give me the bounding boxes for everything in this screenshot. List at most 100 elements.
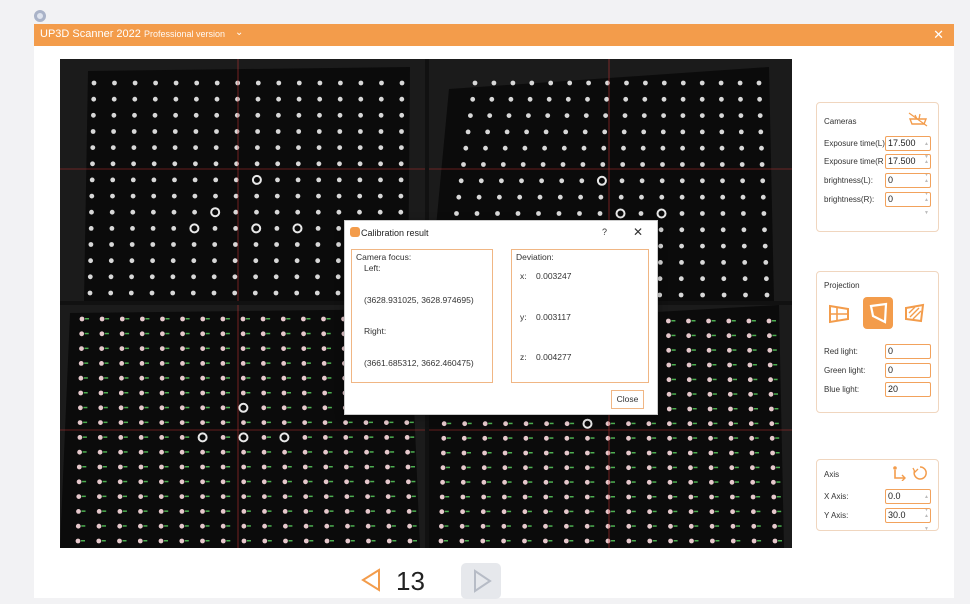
- red-light-input[interactable]: 0: [885, 344, 931, 359]
- board-dot: [680, 113, 686, 118]
- board-dot: [179, 390, 185, 396]
- rotate-icon[interactable]: [912, 465, 928, 486]
- brightness-left-label: brightness(L):: [824, 176, 873, 185]
- detection-marker: [307, 392, 312, 394]
- board-dot: [482, 450, 487, 456]
- board-dot: [253, 274, 258, 280]
- board-dot: [643, 80, 648, 86]
- axis-move-icon[interactable]: [890, 465, 908, 486]
- edition-dropdown-icon[interactable]: ⌄: [235, 27, 243, 38]
- projection-center-icon[interactable]: [863, 297, 893, 329]
- board-dot: [214, 112, 220, 118]
- detection-marker: [506, 540, 511, 542]
- board-dot: [99, 361, 104, 366]
- board-dot: [746, 318, 752, 324]
- board-dot: [112, 80, 117, 86]
- detection-marker: [775, 437, 780, 439]
- board-dot: [139, 331, 145, 337]
- board-dot: [481, 465, 487, 471]
- board-dot: [260, 316, 266, 322]
- board-dot: [626, 479, 632, 485]
- board-dot: [580, 162, 586, 167]
- detection-marker: [772, 320, 776, 322]
- board-dot: [96, 538, 102, 544]
- board-dot: [719, 96, 724, 102]
- spinner-icon[interactable]: ▲ ▼: [924, 194, 929, 220]
- detection-marker: [226, 525, 231, 527]
- detection-marker: [288, 525, 293, 527]
- blue-light-input[interactable]: 20: [885, 382, 931, 397]
- detection-marker: [772, 334, 777, 337]
- board-dot: [366, 538, 371, 544]
- board-dot: [772, 523, 777, 529]
- board-dot: [770, 465, 776, 471]
- board-dot: [139, 405, 144, 411]
- next-page-button[interactable]: [461, 563, 501, 599]
- board-dot: [200, 405, 206, 411]
- detection-marker: [103, 451, 108, 453]
- board-dot: [758, 129, 764, 135]
- board-dot: [762, 227, 767, 233]
- board-dot: [255, 112, 261, 118]
- board-dot: [688, 509, 694, 515]
- previous-page-button[interactable]: [357, 565, 387, 600]
- brightness-right-input[interactable]: 0 ▲ ▼: [885, 192, 931, 216]
- board-dot: [233, 226, 239, 231]
- detection-marker: [226, 466, 231, 468]
- detection-marker: [246, 451, 251, 453]
- detection-marker: [184, 540, 189, 542]
- detection-marker: [287, 406, 292, 409]
- detection-marker: [611, 540, 615, 542]
- y-axis-input[interactable]: 30.0 ▲ ▼: [885, 508, 931, 532]
- board-dot: [76, 494, 82, 499]
- projection-left-icon[interactable]: [826, 300, 852, 331]
- dialog-close-icon[interactable]: ✕: [633, 225, 643, 239]
- camera-off-icon[interactable]: [907, 111, 929, 132]
- board-dot: [749, 435, 755, 441]
- exposure-left-input[interactable]: 17.500 ▲ ▼: [885, 136, 931, 160]
- board-dot: [700, 243, 705, 249]
- board-dot: [378, 96, 384, 102]
- board-dot: [581, 145, 587, 151]
- close-button[interactable]: Close: [611, 390, 644, 409]
- board-dot: [621, 145, 626, 151]
- detection-marker: [692, 408, 697, 410]
- brightness-left-input[interactable]: 0 ▲ ▼: [885, 173, 931, 197]
- spinner-icon[interactable]: ▲ ▼: [924, 510, 929, 536]
- board-dot: [241, 449, 247, 455]
- board-dot: [180, 346, 185, 351]
- board-dot: [439, 509, 445, 515]
- projection-right-icon[interactable]: [901, 300, 927, 331]
- detection-marker: [485, 540, 490, 542]
- board-dot: [543, 509, 549, 515]
- window-close-button[interactable]: ✕: [933, 27, 944, 43]
- board-dot: [605, 538, 611, 544]
- board-dot: [660, 129, 666, 135]
- board-dot: [543, 450, 549, 456]
- exposure-right-input[interactable]: 17.500 ▲ ▼: [885, 154, 931, 178]
- board-dot: [211, 274, 217, 280]
- board-dot: [761, 211, 767, 216]
- detection-marker: [205, 451, 210, 453]
- board-dot: [461, 450, 467, 456]
- detection-marker: [714, 481, 719, 483]
- x-axis-input[interactable]: 0.0 ▲ ▼: [885, 489, 931, 513]
- board-dot: [338, 80, 343, 86]
- board-dot: [739, 162, 745, 167]
- detection-marker: [306, 362, 311, 364]
- board-dot: [700, 260, 705, 265]
- board-dot: [706, 318, 711, 324]
- board-dot: [585, 435, 590, 441]
- board-dot: [158, 523, 164, 529]
- board-dot: [548, 80, 554, 86]
- green-light-input[interactable]: 0: [885, 363, 931, 378]
- detection-marker: [611, 437, 615, 439]
- board-dot: [322, 390, 328, 396]
- board-dot: [688, 494, 694, 500]
- board-dot: [97, 464, 103, 470]
- help-button[interactable]: ?: [602, 227, 607, 237]
- board-dot: [91, 112, 96, 118]
- board-dot: [283, 538, 288, 544]
- board-dot: [180, 316, 185, 322]
- detection-marker: [549, 452, 554, 454]
